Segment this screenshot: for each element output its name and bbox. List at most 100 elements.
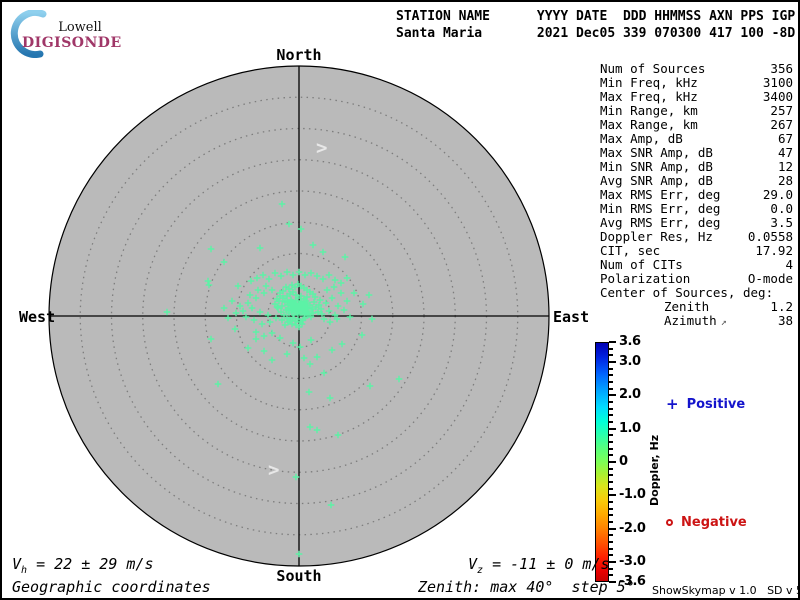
vertical-velocity-readout: Vz = -11 ± 0 m/s [468, 555, 610, 576]
legend-positive-label: Positive [686, 397, 746, 412]
stats-row-label: Min Freq, kHz [600, 75, 698, 90]
compass-south-label: South [276, 567, 322, 585]
vh-symbol: V [12, 555, 22, 573]
colorbar-minor-tick [609, 547, 613, 550]
colorbar-minor-tick [609, 554, 613, 557]
stats-row-value: 17.92 [755, 243, 793, 258]
colorbar-tick-label: -2.0 [619, 520, 646, 536]
colorbar-minor-tick [609, 354, 613, 357]
vh-value: = 22 ± 29 m/s [27, 555, 154, 573]
zenith-ring [173, 190, 425, 442]
stats-row-value: 0.0558 [747, 229, 793, 244]
stats-row-value: 28 [777, 173, 793, 188]
stats-row: CIT, sec 17.92 [600, 244, 793, 258]
stats-row-label: Avg SNR Amp, dB [600, 173, 713, 188]
zenith-ring [79, 96, 519, 536]
stats-row-value: 1.2 [770, 299, 793, 314]
stats-row-label: Polarization [600, 271, 691, 286]
stats-row: Avg SNR Amp, dB 28 [600, 174, 793, 188]
stats-row-value: O-mode [747, 271, 793, 286]
stats-row-value: 0.0 [770, 201, 793, 216]
stats-row-value: 12 [777, 159, 793, 174]
colorbar-tick-label: 0 [619, 454, 628, 469]
colorbar-minor-tick [609, 421, 613, 423]
colorbar-minor-tick [609, 574, 613, 577]
stats-row-value: 67 [777, 131, 793, 146]
colorbar-minor-tick [609, 347, 613, 350]
colorbar-tick-label: 3.6 [619, 334, 641, 349]
stats-row-label: Center of Sources, deg: [600, 285, 774, 300]
stats-row-label: Num of Sources [600, 61, 706, 76]
chevron-mark: > [268, 459, 279, 481]
coordinate-system-label: Geographic coordinates [12, 578, 211, 596]
stats-row-value: 267 [770, 117, 793, 132]
horizontal-velocity-readout: Vh = 22 ± 29 m/s [12, 555, 154, 576]
stats-row-value: 29.0 [762, 187, 793, 202]
stats-row: Min RMS Err, deg 0.0 [600, 202, 793, 216]
colorbar-tick-label: -1.0 [619, 487, 646, 503]
colorbar-tick-label: 3.0 [619, 354, 641, 369]
stats-row: Max SNR Amp, dB 47 [600, 146, 793, 160]
stats-row: Polarization O-mode [600, 272, 793, 286]
colorbar-major-tick [609, 361, 616, 363]
stats-row: Min Freq, kHz 3100 [600, 76, 793, 90]
colorbar-minor-tick [609, 487, 613, 490]
zenith-ring [110, 127, 488, 505]
logo-lowell-text: Lowell [58, 20, 102, 35]
zenith-ring [235, 252, 363, 380]
stats-row-label: Max Freq, kHz [600, 89, 698, 104]
stats-row-value: 38 [777, 313, 793, 328]
stats-row-value: 257 [770, 103, 793, 118]
colorbar-minor-tick [609, 401, 613, 403]
stats-row: Min Range, km 257 [600, 104, 793, 118]
stats-row: Num of CITs 4 [600, 258, 793, 272]
stats-row-label: Max Range, km [600, 117, 698, 132]
stats-row-label: Min RMS Err, deg [600, 201, 721, 216]
stats-row-label: Zenith [664, 299, 710, 314]
doppler-colorbar [595, 342, 609, 582]
zenith-ring [267, 284, 331, 348]
stats-row-label: Max Amp, dB [600, 131, 683, 146]
software-version-label: ShowSkymap v 1.0 SD v 5.1 [652, 584, 800, 597]
colorbar-minor-tick [609, 441, 613, 443]
stats-row-value: 356 [770, 61, 793, 76]
stats-row: Azimuth ↗ 38 [600, 313, 793, 329]
stats-row-label: Num of CITs [600, 257, 683, 272]
stats-row: Max Amp, dB 67 [600, 132, 793, 146]
station-header: STATION NAME YYYY DATE DDD HHMMSS AXN PP… [396, 8, 795, 42]
stats-row: Max Range, km 267 [600, 118, 793, 132]
colorbar-tick-label: 2.0 [619, 387, 641, 403]
colorbar-minor-tick [609, 501, 613, 503]
header-columns: STATION NAME YYYY DATE DDD HHMMSS AXN PP… [396, 9, 796, 24]
azimuth-direction-icon: ↗ [720, 317, 727, 328]
legend-negative-label: Negative [681, 515, 747, 530]
stats-row-label: Min Range, km [600, 103, 698, 118]
skymap-window: > > Lowell DIGISONDE STATION NAME YYYY DA… [0, 0, 800, 600]
colorbar-minor-tick [609, 514, 613, 517]
echo-source-markers [163, 200, 403, 558]
stats-row-label: Doppler Res, Hz [600, 229, 713, 244]
logo-digisonde-text: DIGISONDE [22, 35, 122, 51]
colorbar-minor-tick [609, 454, 613, 457]
colorbar-minor-tick [609, 567, 613, 570]
stats-row-label: Max SNR Amp, dB [600, 145, 713, 160]
stats-row-value: 3.5 [770, 215, 793, 230]
colorbar-minor-tick [609, 474, 613, 477]
stats-row: Min SNR Amp, dB 12 [600, 160, 793, 174]
stats-row-label: Azimuth ↗ [664, 313, 727, 329]
colorbar-minor-tick [609, 534, 613, 537]
stats-row-value: 3100 [762, 75, 793, 90]
colorbar-minor-tick [609, 407, 613, 410]
colorbar-axis-title: Doppler, Hz [648, 434, 661, 506]
skymap-field-circle [48, 65, 550, 567]
colorbar-minor-tick [609, 434, 613, 437]
colorbar-tick-label: -3.0 [619, 554, 646, 569]
vz-symbol: V [468, 555, 478, 573]
colorbar-major-tick [609, 494, 616, 497]
stats-row-label: Avg RMS Err, deg [600, 215, 721, 230]
colorbar-minor-tick [609, 521, 613, 523]
zenith-ring [204, 221, 394, 411]
colorbar-minor-tick [609, 541, 613, 543]
colorbar-minor-tick [609, 481, 613, 483]
stats-row-label: Min SNR Amp, dB [600, 159, 713, 174]
